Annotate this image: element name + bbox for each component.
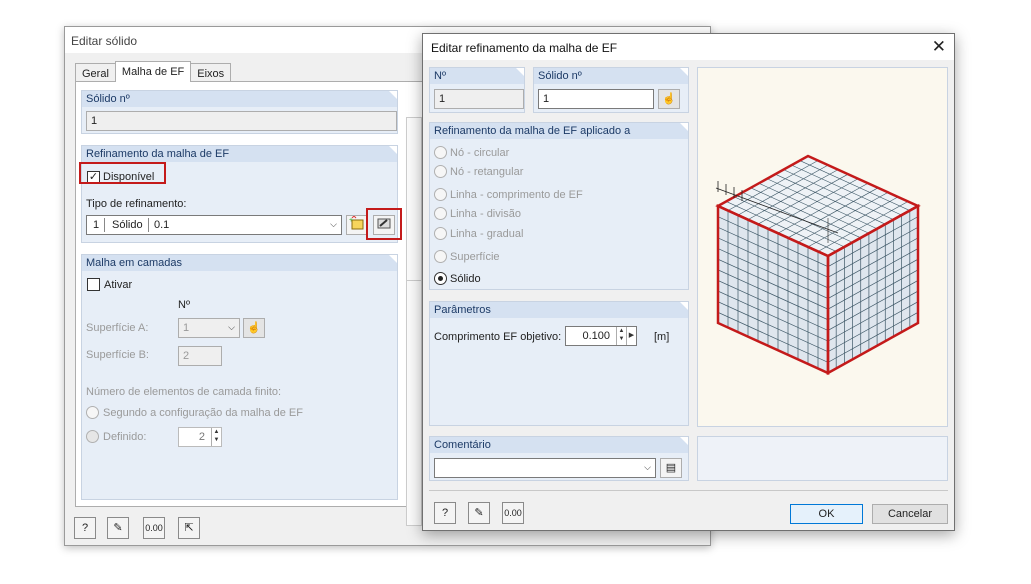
edit-notes-icon[interactable]: ✎ — [107, 517, 129, 539]
solid-no-label: Sólido nº — [534, 68, 688, 84]
meshed-cube-icon — [715, 154, 921, 376]
option-solid: Sólido — [450, 273, 481, 285]
comment-group: Comentário ⌵ ▤ — [429, 436, 689, 481]
arrow-right-icon[interactable]: ▶ — [626, 327, 636, 345]
tab-geral[interactable]: Geral — [75, 63, 116, 82]
radio-node-circular[interactable] — [434, 146, 447, 159]
close-icon[interactable]: ✕ — [932, 37, 946, 57]
pick-solid-icon[interactable]: ☝ — [658, 89, 680, 109]
no-field: 1 — [434, 89, 524, 109]
refinement-group: Refinamento da malha de EF ✓ Disponível … — [81, 145, 398, 243]
params-header: Parâmetros — [430, 302, 688, 318]
pick-surface-icon: ☝ — [243, 318, 265, 338]
layer-count-label: Número de elementos de camada finito: — [86, 386, 282, 398]
comment-preview — [697, 436, 948, 481]
option-defined-label: Definido: — [103, 431, 147, 443]
radio-node-rectangular[interactable] — [434, 165, 447, 178]
target-length-label: Comprimento EF objetivo: — [434, 331, 562, 343]
chevron-down-icon: ⌵ — [228, 322, 235, 332]
edit-button-highlight — [366, 208, 402, 240]
surface-a-label: Superfície A: — [86, 322, 149, 334]
units-icon[interactable]: 0.00 — [502, 502, 524, 524]
refinement-type-select[interactable]: 1 Sólido 0.1 ⌵ — [86, 215, 342, 235]
surface-b-label: Superfície B: — [86, 349, 149, 361]
surface-a-select: 1 ⌵ — [178, 318, 240, 338]
target-length-unit: [m] — [654, 331, 670, 343]
units-icon[interactable]: 0.00 — [143, 517, 165, 539]
solid-no-field: 1 — [86, 111, 397, 131]
surface-a-value: 1 — [183, 322, 190, 334]
comment-library-icon[interactable]: ▤ — [660, 458, 682, 478]
svg-text:+: + — [349, 217, 353, 224]
help-icon[interactable]: ? — [434, 502, 456, 524]
solid-no-field[interactable]: 1 — [538, 89, 654, 109]
spinner-arrows-icon: ▲ ▼ — [211, 428, 221, 446]
option-config-label: Segundo a configuração da malha de EF — [103, 407, 303, 419]
solid-no-label: Sólido nº — [82, 91, 397, 107]
layers-header: Malha em camadas — [82, 255, 397, 271]
refinement-no: 1 — [93, 219, 100, 231]
option-node-rectangular: Nó - retangular — [450, 166, 524, 178]
radio-solid[interactable] — [434, 272, 447, 285]
cube-preview — [697, 67, 948, 427]
no-group: Nº 1 — [429, 67, 525, 113]
chevron-down-icon: ⌵ — [644, 462, 651, 472]
refinement-header: Refinamento da malha de EF — [82, 146, 397, 162]
spinner-arrows-icon[interactable]: ▲ ▼ — [616, 327, 626, 345]
parameters-group: Parâmetros Comprimento EF objetivo: 0.10… — [429, 301, 689, 426]
ok-button[interactable]: OK — [790, 504, 863, 524]
edit-notes-icon[interactable]: ✎ — [468, 502, 490, 524]
help-icon[interactable]: ? — [74, 517, 96, 539]
refinement-kind: Sólido — [112, 219, 143, 231]
radio-line-division[interactable] — [434, 207, 447, 220]
no-column-header: Nº — [178, 299, 190, 311]
option-line-gradual: Linha - gradual — [450, 228, 524, 240]
chevron-down-icon: ⌵ — [330, 219, 337, 229]
comment-select[interactable]: ⌵ — [434, 458, 656, 478]
refinement-type-label: Tipo de refinamento: — [86, 198, 187, 210]
surface-b-field: 2 — [178, 346, 222, 366]
option-node-circular: Nó - circular — [450, 147, 510, 159]
available-highlight — [79, 162, 166, 184]
activate-label: Ativar — [104, 279, 133, 291]
layered-mesh-group: Malha em camadas Ativar Nº Superfície A:… — [81, 254, 398, 500]
edit-refinement-dialog: Editar refinamento da malha de EF ✕ Nº 1… — [422, 33, 955, 531]
dialog-title: Editar refinamento da malha de EF — [423, 34, 954, 60]
solid-no-group: Sólido nº 1 — [81, 90, 398, 134]
defined-value: 2 — [198, 431, 205, 443]
tab-eixos[interactable]: Eixos — [190, 63, 232, 82]
option-defined-radio — [86, 430, 99, 443]
target-length-value: 0.100 — [582, 330, 610, 342]
activate-checkbox[interactable] — [87, 278, 100, 291]
target-length-input[interactable]: 0.100 ▲ ▼ ▶ — [565, 326, 637, 346]
tab-malha-de-ef[interactable]: Malha de EF — [114, 61, 192, 82]
applied-header: Refinamento da malha de EF aplicado a — [430, 123, 688, 139]
comment-header: Comentário — [430, 437, 688, 453]
defined-spinner: 2 ▲ ▼ — [178, 427, 222, 447]
cancel-button[interactable]: Cancelar — [872, 504, 948, 524]
applied-to-group: Refinamento da malha de EF aplicado a Nó… — [429, 122, 689, 290]
radio-surface[interactable] — [434, 250, 447, 263]
solid-no-group: Sólido nº 1 ☝ — [533, 67, 689, 113]
radio-line-length[interactable] — [434, 188, 447, 201]
no-label: Nº — [430, 68, 524, 84]
new-refinement-icon[interactable]: + — [346, 215, 368, 235]
tab-strip: Geral Malha de EF Eixos — [75, 61, 232, 82]
option-line-division: Linha - divisão — [450, 208, 521, 220]
refinement-value: 0.1 — [154, 219, 170, 231]
radio-line-gradual[interactable] — [434, 227, 447, 240]
option-line-length: Linha - comprimento de EF — [450, 189, 583, 201]
option-surface: Superfície — [450, 251, 500, 263]
select-object-icon[interactable]: ⇱ — [178, 517, 200, 539]
option-config-radio — [86, 406, 99, 419]
preview-edge-lower — [406, 280, 422, 526]
